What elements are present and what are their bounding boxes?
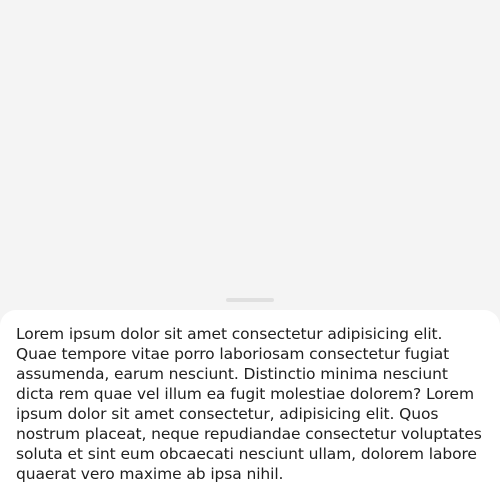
bottom-sheet: Lorem ipsum dolor sit amet consectetur a…: [0, 310, 500, 500]
bottom-sheet-drag-handle[interactable]: [226, 298, 274, 302]
bottom-sheet-body-text: Lorem ipsum dolor sit amet consectetur a…: [16, 325, 482, 483]
app-screen: Lorem ipsum dolor sit amet consectetur a…: [0, 0, 500, 500]
